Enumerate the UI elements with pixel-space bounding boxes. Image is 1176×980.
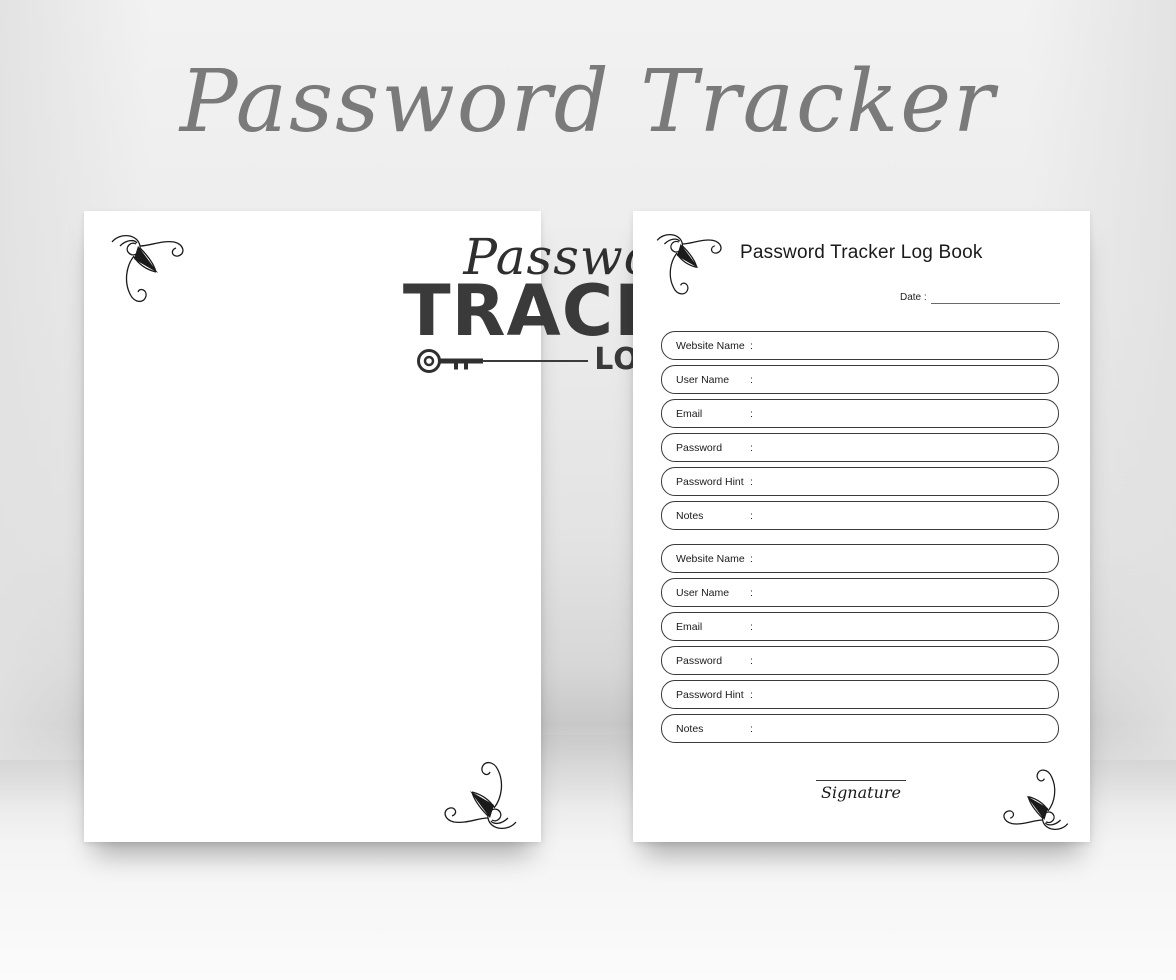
field-row[interactable]: Email :: [661, 612, 1059, 641]
field-colon: :: [750, 441, 753, 454]
field-row[interactable]: Password :: [661, 433, 1059, 462]
field-colon: :: [750, 688, 753, 701]
field-row[interactable]: User Name :: [661, 578, 1059, 607]
field-colon: :: [750, 722, 753, 735]
field-colon: :: [750, 620, 753, 633]
field-colon: :: [750, 654, 753, 667]
field-label: Email: [676, 620, 703, 633]
field-colon: :: [750, 586, 753, 599]
field-row[interactable]: Password :: [661, 646, 1059, 675]
field-row[interactable]: Notes :: [661, 501, 1059, 530]
field-colon: :: [750, 552, 753, 565]
date-input-line[interactable]: [930, 293, 1060, 304]
field-row[interactable]: Email :: [661, 399, 1059, 428]
signature-line: [816, 780, 906, 781]
key-icon: [416, 349, 486, 378]
field-colon: :: [750, 373, 753, 386]
field-colon: :: [750, 509, 753, 522]
field-colon: :: [750, 475, 753, 488]
entry-group-1: Website Name : User Name : Email : Passw…: [661, 331, 1059, 530]
field-row[interactable]: Website Name :: [661, 544, 1059, 573]
field-label: Password Hint: [676, 688, 744, 701]
field-row[interactable]: Notes :: [661, 714, 1059, 743]
field-label: Notes: [676, 722, 704, 735]
field-label: Notes: [676, 509, 704, 522]
field-row[interactable]: Website Name :: [661, 331, 1059, 360]
page-title: Password Tracker: [179, 52, 997, 152]
field-row[interactable]: Password Hint :: [661, 467, 1059, 496]
field-row[interactable]: Password Hint :: [661, 680, 1059, 709]
cover-rule: [482, 360, 588, 363]
field-label: Password Hint: [676, 475, 744, 488]
date-field[interactable]: Date :: [900, 292, 1060, 304]
date-label: Date :: [900, 292, 927, 303]
entry-group-2: Website Name : User Name : Email : Passw…: [661, 544, 1059, 743]
field-label: Password: [676, 441, 723, 454]
field-label: Website Name: [676, 552, 745, 565]
ornamental-flourish-icon: [650, 226, 740, 316]
signature-label: Signature: [820, 783, 901, 802]
field-colon: :: [750, 339, 753, 352]
ornamental-flourish-icon: [424, 738, 524, 838]
signature-block[interactable]: Signature: [816, 780, 906, 802]
ornamental-flourish-icon: [985, 748, 1075, 838]
interior-heading: Password Tracker Log Book: [740, 242, 983, 263]
field-label: User Name: [676, 373, 730, 386]
field-label: Password: [676, 654, 723, 667]
field-label: Website Name: [676, 339, 745, 352]
field-label: User Name: [676, 586, 730, 599]
field-label: Email: [676, 407, 703, 420]
field-colon: :: [750, 407, 753, 420]
field-row[interactable]: User Name :: [661, 365, 1059, 394]
